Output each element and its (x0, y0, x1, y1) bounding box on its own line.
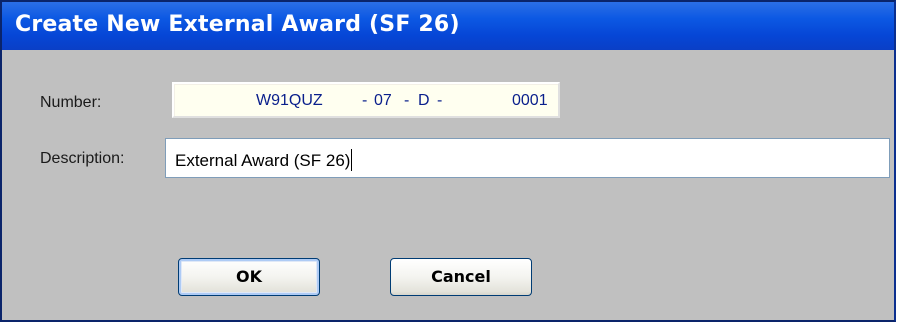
number-type: D (418, 92, 430, 109)
description-label: Description: (40, 150, 125, 167)
number-prefix: W91QUZ (256, 92, 323, 109)
dialog-body: Number: W91QUZ - 07 - D - 0001 Descripti… (2, 50, 894, 320)
cancel-button[interactable]: Cancel (390, 258, 532, 296)
title-bar[interactable]: Create New External Award (SF 26) (2, 2, 894, 50)
number-separator: - (362, 92, 368, 109)
number-serial: 0001 (512, 92, 548, 109)
number-separator: - (404, 92, 410, 109)
number-field: W91QUZ - 07 - D - 0001 (172, 82, 560, 118)
create-award-dialog: Create New External Award (SF 26) Number… (0, 0, 896, 322)
ok-button[interactable]: OK (178, 258, 320, 296)
description-input[interactable]: External Award (SF 26) (165, 138, 890, 178)
number-year: 07 (374, 92, 392, 109)
text-cursor (351, 149, 353, 171)
number-separator: - (437, 92, 443, 109)
description-value: External Award (SF 26) (175, 151, 351, 170)
number-label: Number: (40, 94, 102, 111)
dialog-title: Create New External Award (SF 26) (15, 12, 460, 37)
